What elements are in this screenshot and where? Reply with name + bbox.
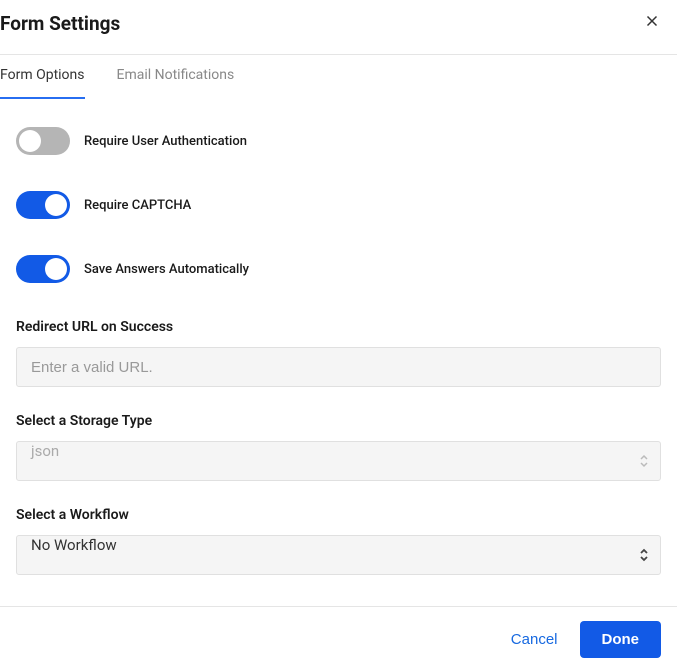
label-redirect-url: Redirect URL on Success [16,319,661,335]
select-workflow[interactable]: No Workflow [16,535,661,575]
dialog-title: Form Settings [0,12,120,35]
toggle-knob [19,130,41,152]
label-storage-type: Select a Storage Type [16,413,661,429]
dialog-header: Form Settings [0,0,677,55]
field-group-workflow: Select a Workflow No Workflow [16,507,661,575]
close-icon[interactable] [639,8,665,38]
form-options-panel: Require User Authentication Require CAPT… [0,99,677,575]
toggle-save-auto[interactable] [16,255,70,283]
toggle-require-captcha[interactable] [16,191,70,219]
done-button[interactable]: Done [580,621,662,658]
select-wrap-storage: json [16,441,661,481]
toggle-knob [45,194,67,216]
select-wrap-workflow: No Workflow [16,535,661,575]
tab-form-options[interactable]: Form Options [0,67,85,99]
tab-email-notifications[interactable]: Email Notifications [117,67,235,99]
field-group-redirect: Redirect URL on Success [16,319,661,387]
dialog-footer: Cancel Done [0,606,677,672]
toggle-knob [45,258,67,280]
toggle-require-auth[interactable] [16,127,70,155]
input-redirect-url[interactable] [16,347,661,387]
toggle-label-autosave: Save Answers Automatically [84,262,249,277]
toggle-label-captcha: Require CAPTCHA [84,198,191,213]
label-workflow: Select a Workflow [16,507,661,523]
select-storage-type[interactable]: json [16,441,661,481]
toggle-label-auth: Require User Authentication [84,134,247,149]
cancel-button[interactable]: Cancel [507,623,562,656]
tabs: Form Options Email Notifications [0,55,677,99]
toggle-row-captcha: Require CAPTCHA [16,191,661,219]
toggle-row-auth: Require User Authentication [16,127,661,155]
field-group-storage: Select a Storage Type json [16,413,661,481]
toggle-row-autosave: Save Answers Automatically [16,255,661,283]
